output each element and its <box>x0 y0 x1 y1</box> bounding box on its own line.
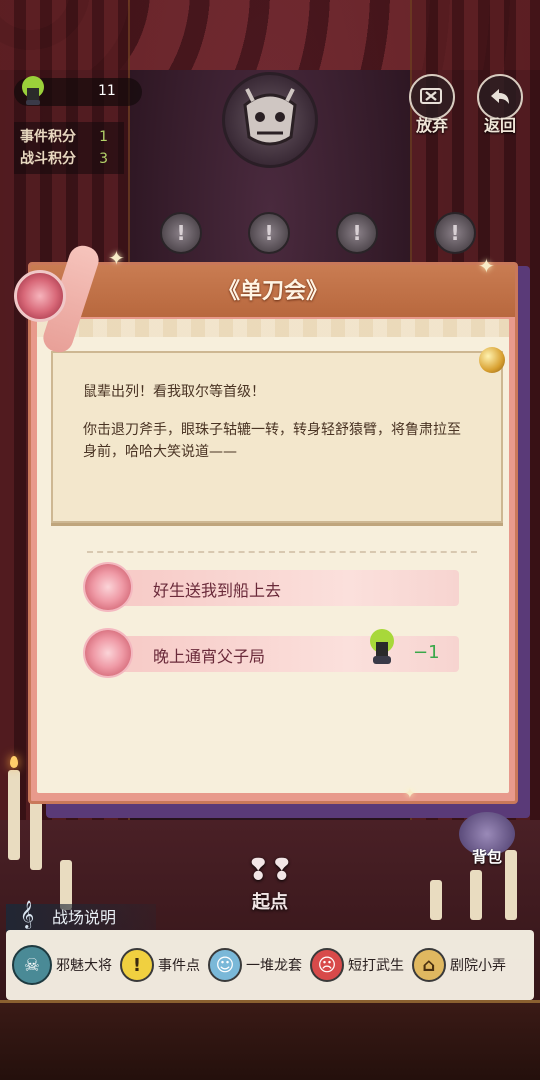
sparkle-icon: ✦ <box>108 246 125 270</box>
legend-item: ☺ 一堆龙套 <box>208 948 302 982</box>
legend-label: 一堆龙套 <box>246 958 302 974</box>
event-node[interactable]: ! <box>336 212 378 254</box>
start-point[interactable]: ❢❢ 起点 <box>240 852 300 914</box>
story-text-card: 鼠辈出列！看我取尔等首级！ 你击退刀斧手，眼珠子轱辘一转，转身轻舒猿臂，将鲁肃拉… <box>51 347 505 523</box>
bottom-frame <box>0 1000 540 1080</box>
event-dialog: 《单刀会》 鼠辈出列！看我取尔等首级！ 你击退刀斧手，眼珠子轱辘一转，转身轻舒猿… <box>28 262 518 804</box>
backpack-button[interactable]: 背包 <box>454 812 520 867</box>
candle <box>30 800 42 870</box>
give-up-button[interactable]: 放弃 <box>406 74 458 136</box>
backpack-label: 背包 <box>471 848 502 866</box>
divider <box>87 551 477 553</box>
token-count: 11 <box>98 83 116 99</box>
sparkle-icon: ✦ <box>478 254 495 278</box>
rose-emblem-icon <box>14 270 66 322</box>
legend-item: ☹ 短打武生 <box>310 948 404 982</box>
battle-score-label: 战斗积分 <box>20 151 76 167</box>
candle <box>470 870 482 920</box>
choice-label: 晚上通宵父子局 <box>153 647 266 666</box>
character-token-icon <box>370 629 394 664</box>
choice-cost: −1 <box>413 642 440 663</box>
demon-mask-icon <box>243 88 297 146</box>
story-line-1: 鼠辈出列！看我取尔等首级！ <box>83 384 265 400</box>
rose-icon <box>85 630 131 676</box>
legend-label: 事件点 <box>158 958 200 974</box>
demon-general-icon: ☠ <box>12 945 52 985</box>
legend-item: ! 事件点 <box>120 948 200 982</box>
event-point-icon: ! <box>120 948 154 982</box>
choice-label: 好生送我到船上去 <box>153 581 282 600</box>
choice-option-2[interactable]: 晚上通宵父子局 −1 <box>85 629 459 676</box>
pin-icon <box>479 347 505 373</box>
dialog-body: 鼠辈出列！看我取尔等首级！ 你击退刀斧手，眼珠子轱辘一转，转身轻舒猿臂，将鲁肃拉… <box>37 319 509 793</box>
battlefield-legend-title: 𝄞 战场说明 <box>6 900 156 932</box>
legend-item: ⌂ 剧院小弄 <box>412 948 506 982</box>
event-score-value: 1 <box>99 129 108 145</box>
event-node[interactable]: ! <box>160 212 202 254</box>
event-score-row: 事件积分 1 <box>20 126 118 148</box>
story-line-2: 你击退刀斧手，眼珠子轱辘一转，转身轻舒猿臂，将鲁肃拉至身前，哈哈大笑说道—— <box>83 422 461 460</box>
legend-label: 邪魅大将 <box>56 958 112 974</box>
event-node[interactable]: ! <box>434 212 476 254</box>
score-panel: 事件积分 1 战斗积分 3 <box>14 122 124 174</box>
dialog-title: 《单刀会》 <box>31 265 515 317</box>
candle <box>8 770 20 860</box>
lace-trim <box>37 319 509 337</box>
battle-score-value: 3 <box>99 151 108 167</box>
candle <box>60 860 72 910</box>
battlefield-legend: ☠ 邪魅大将 ! 事件点 ☺ 一堆龙套 ☹ 短打武生 ⌂ 剧院小弄 <box>6 930 534 1000</box>
choice-option-1[interactable]: 好生送我到船上去 <box>85 564 459 610</box>
footprint-icon: ❢❢ <box>246 853 294 886</box>
theater-alley-icon: ⌂ <box>412 948 446 982</box>
token-counter: 11 <box>14 76 142 106</box>
give-up-label: 放弃 <box>415 116 448 135</box>
minions-icon: ☺ <box>208 948 242 982</box>
legend-label: 剧院小弄 <box>450 958 506 974</box>
candle <box>430 880 442 920</box>
sparkle-icon: ✦ <box>404 786 416 802</box>
martial-actor-icon: ☹ <box>310 948 344 982</box>
back-label: 返回 <box>483 116 516 135</box>
character-avatar-icon <box>22 76 44 105</box>
legend-label: 短打武生 <box>348 958 404 974</box>
event-node[interactable]: ! <box>248 212 290 254</box>
rose-icon <box>85 564 131 610</box>
event-score-label: 事件积分 <box>20 129 76 145</box>
legend-item: ☠ 邪魅大将 <box>12 945 112 985</box>
boss-node[interactable] <box>222 72 318 168</box>
legend-title-text: 战场说明 <box>52 908 117 927</box>
start-label: 起点 <box>252 892 288 913</box>
back-button[interactable]: 返回 <box>474 74 526 136</box>
candle-flame <box>10 756 18 768</box>
music-note-icon: 𝄞 <box>20 900 35 928</box>
battle-score-row: 战斗积分 3 <box>20 148 118 170</box>
